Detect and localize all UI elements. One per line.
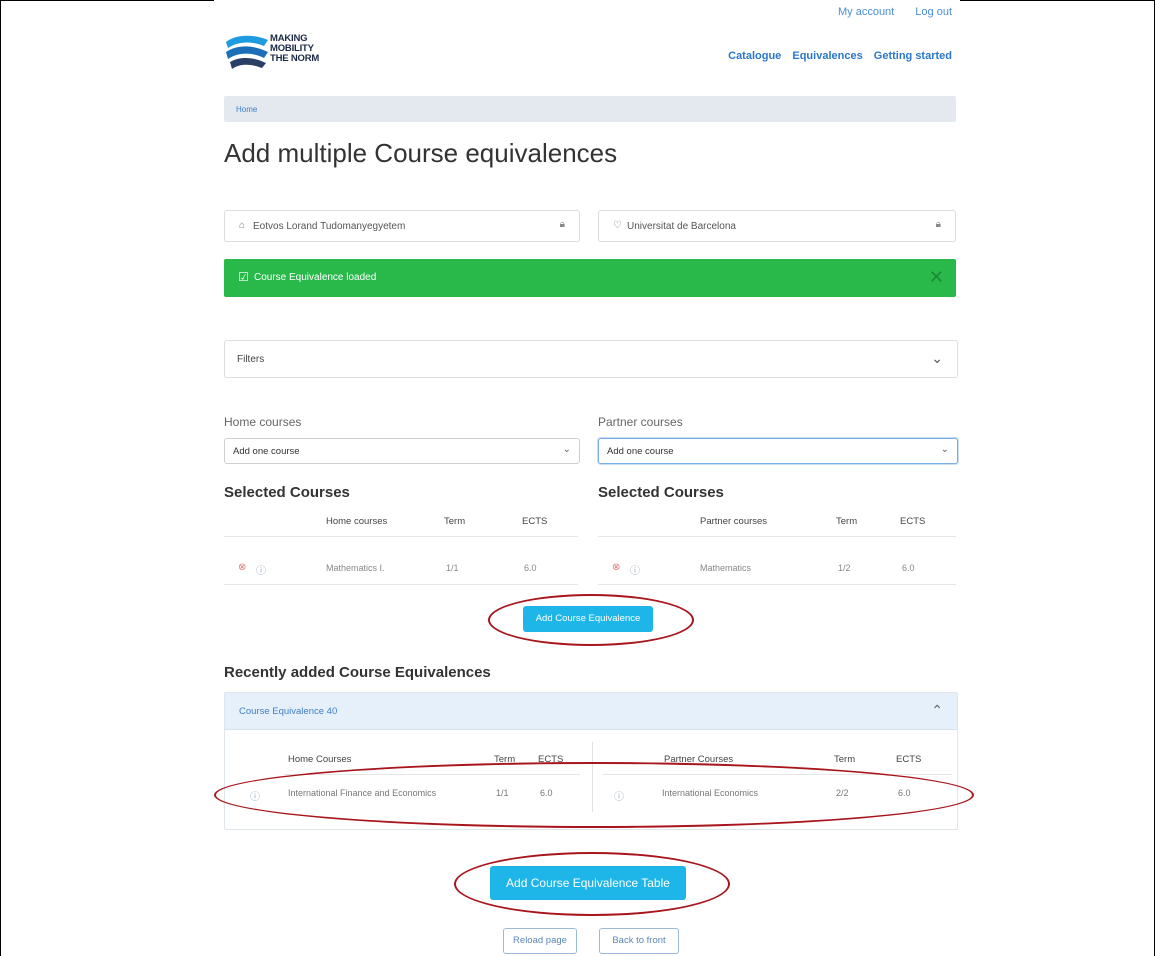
home-selected-title: Selected Courses <box>224 484 350 501</box>
recent-home-row-term: 1/1 <box>496 788 509 798</box>
back-to-front-button[interactable]: Back to front <box>599 928 679 954</box>
partner-selected-title: Selected Courses <box>598 484 724 501</box>
partner-course-select[interactable]: Add one course ⌄ <box>598 438 958 464</box>
recent-home-col-course: Home Courses <box>288 754 352 765</box>
page: My account Log out MAKING MOBILITY THE N… <box>214 0 974 956</box>
add-course-equivalence-button[interactable]: Add Course Equivalence <box>523 606 653 632</box>
recent-partner-col-course: Partner Courses <box>664 754 734 765</box>
accordion-header[interactable]: Course Equivalence 40 ⌃ <box>225 693 957 730</box>
recent-partner-row-term: 2/2 <box>836 788 849 798</box>
recent-home-col-ects: ECTS <box>538 754 564 765</box>
home-row-term: 1/1 <box>446 563 459 573</box>
divider <box>602 774 952 775</box>
partner-row-ects: 6.0 <box>902 563 915 573</box>
logo-line-3: THE NORM <box>270 53 320 64</box>
success-alert: ☑ Course Equivalence loaded ✕ <box>224 259 956 297</box>
recent-home-row-course: International Finance and Economics <box>288 788 437 798</box>
partner-university-field: ♡ Universitat de Barcelona 🔒︎ <box>598 210 956 242</box>
home-row-ects: 6.0 <box>524 563 537 573</box>
close-icon[interactable]: ✕ <box>929 267 944 288</box>
partner-col-term: Term <box>836 516 858 527</box>
home-university-name: Eotvos Lorand Tudomanyegyetem <box>253 221 406 232</box>
filters-label: Filters <box>237 354 265 365</box>
accordion-title: Course Equivalence 40 <box>239 706 338 717</box>
top-links: My account Log out <box>820 6 952 18</box>
recent-partner-col-term: Term <box>834 754 856 765</box>
info-icon[interactable]: ⓘ <box>250 788 260 803</box>
remove-icon[interactable]: ⊗ <box>238 562 246 573</box>
home-col-ects: ECTS <box>522 516 548 527</box>
chevron-up-icon[interactable]: ⌃ <box>931 702 943 719</box>
recent-partner-row-course: International Economics <box>662 788 759 798</box>
lock-icon: 🔒︎ <box>935 219 941 230</box>
partner-course-select-value: Add one course <box>607 446 674 457</box>
filters-panel[interactable]: Filters ⌄ <box>224 340 958 378</box>
home-col-term: Term <box>444 516 466 527</box>
reload-page-button[interactable]: Reload page <box>503 928 577 954</box>
logo-mark-icon <box>226 35 268 69</box>
breadcrumb-home[interactable]: Home <box>236 105 257 114</box>
recent-home-row-ects: 6.0 <box>540 788 553 798</box>
info-icon[interactable]: ⓘ <box>614 788 624 803</box>
column-divider <box>592 742 593 812</box>
university-icon: ♡ <box>613 220 622 231</box>
logo-text: MAKING MOBILITY THE NORM <box>270 34 319 64</box>
add-equivalence-table-button[interactable]: Add Course Equivalence Table <box>490 866 686 900</box>
remove-icon[interactable]: ⊗ <box>612 562 620 573</box>
logo[interactable]: MAKING MOBILITY THE NORM <box>224 32 334 72</box>
home-university-field: ⌂ Eotvos Lorand Tudomanyegyetem 🔒︎ <box>224 210 580 242</box>
divider <box>224 584 578 585</box>
home-course-select-value: Add one course <box>233 446 300 457</box>
alert-message: Course Equivalence loaded <box>254 272 377 283</box>
nav-equivalences[interactable]: Equivalences <box>792 50 862 62</box>
partner-row-course: Mathematics <box>700 563 752 573</box>
home-icon: ⌂ <box>239 220 246 231</box>
chevron-down-icon[interactable]: ⌄ <box>931 350 943 367</box>
breadcrumb: Home <box>224 96 956 122</box>
chevron-down-icon: ⌄ <box>940 444 949 455</box>
recent-partner-col-ects: ECTS <box>896 754 922 765</box>
home-courses-label: Home courses <box>224 415 302 429</box>
check-icon: ☑ <box>238 270 249 284</box>
recent-home-col-term: Term <box>494 754 516 765</box>
home-col-course: Home courses <box>326 516 388 527</box>
partner-courses-label: Partner courses <box>598 415 683 429</box>
nav-catalogue[interactable]: Catalogue <box>728 50 781 62</box>
partner-col-course: Partner courses <box>700 516 768 527</box>
divider <box>598 584 956 585</box>
my-account-link[interactable]: My account <box>838 6 894 18</box>
partner-col-ects: ECTS <box>900 516 926 527</box>
info-icon[interactable]: ⓘ <box>630 562 640 577</box>
frame-left <box>0 0 1 956</box>
logout-link[interactable]: Log out <box>915 6 952 18</box>
partner-university-name: Universitat de Barcelona <box>627 221 736 232</box>
main-nav: Catalogue Equivalences Getting started <box>720 50 952 62</box>
home-row-course: Mathematics I. <box>326 563 385 573</box>
divider <box>284 774 580 775</box>
recent-partner-row-ects: 6.0 <box>898 788 911 798</box>
info-icon[interactable]: ⓘ <box>256 562 266 577</box>
divider <box>224 536 578 537</box>
partner-row-term: 1/2 <box>838 563 851 573</box>
page-title: Add multiple Course equivalences <box>224 138 618 168</box>
recent-equivalences-title: Recently added Course Equivalences <box>224 664 491 681</box>
divider <box>598 536 956 537</box>
lock-icon: 🔒︎ <box>559 219 565 230</box>
nav-getting-started[interactable]: Getting started <box>874 50 952 62</box>
chevron-down-icon: ⌄ <box>562 444 571 455</box>
home-course-select[interactable]: Add one course ⌄ <box>224 438 580 464</box>
